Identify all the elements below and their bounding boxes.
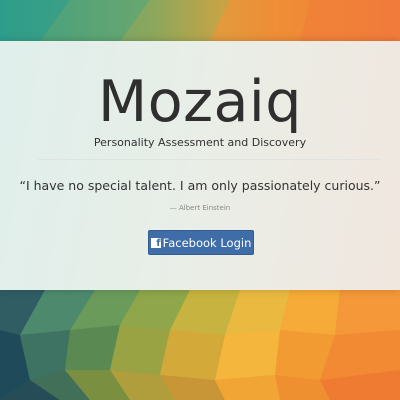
hero-panel: Mozaiq Personality Assessment and Discov… — [0, 41, 400, 290]
app-title: Mozaiq — [98, 69, 302, 135]
quote-text: “I have no special talent. I am only pas… — [19, 178, 381, 193]
facebook-icon: f — [150, 238, 161, 248]
quote-author: — Albert Einstein — [169, 204, 231, 212]
facebook-login-label: Facebook Login — [162, 236, 252, 250]
facebook-login-button[interactable]: f Facebook Login — [148, 230, 254, 255]
divider — [38, 159, 380, 160]
app-subtitle: Personality Assessment and Discovery — [93, 136, 307, 149]
